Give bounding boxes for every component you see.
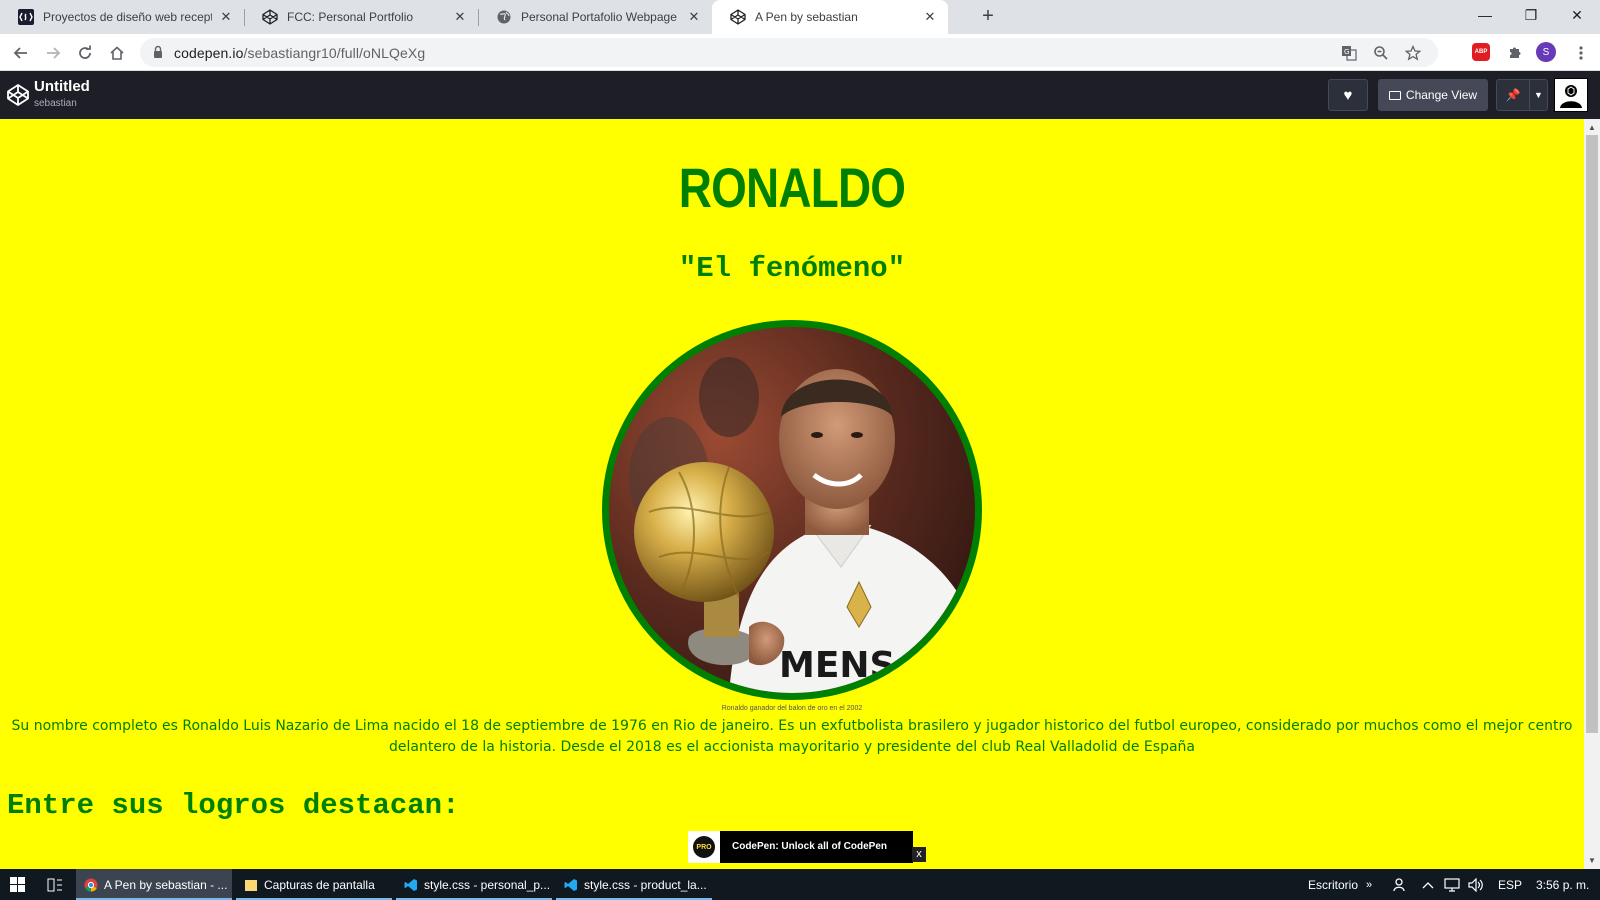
url-text: codepen.io/sebastiangr10/full/oNLQeXg (174, 45, 425, 61)
people-icon[interactable] (1392, 869, 1408, 900)
taskbar-label: style.css - product_la... (584, 877, 707, 892)
taskbar-item-chrome[interactable]: A Pen by sebastian - ... (76, 869, 232, 900)
browser-tab-strip: Proyectos de diseño web recepti ✕ FCC: P… (0, 0, 1600, 34)
browser-tab-4-active[interactable]: A Pen by sebastian ✕ (712, 0, 948, 34)
like-button[interactable]: ♥ (1328, 79, 1368, 111)
new-tab-button[interactable]: + (976, 5, 1000, 29)
change-view-button[interactable]: Change View (1378, 79, 1488, 111)
taskbar-label: style.css - personal_p... (424, 877, 551, 892)
browser-menu-icon[interactable] (1568, 40, 1594, 66)
back-icon[interactable] (8, 40, 34, 66)
codepen-header: Untitled sebastian ♥ Change View 📌 ▼ (0, 71, 1600, 119)
close-tab-icon[interactable]: ✕ (922, 9, 938, 25)
achievements-heading: Entre sus logros destacan: (7, 789, 460, 822)
globe-icon (496, 9, 512, 25)
home-icon[interactable] (104, 40, 130, 66)
windows-logo-icon (10, 877, 25, 892)
browser-tab-2[interactable]: FCC: Personal Portfolio ✕ (244, 0, 478, 34)
pen-title[interactable]: Untitled (34, 78, 90, 95)
close-window-icon[interactable]: ✕ (1554, 0, 1600, 30)
windows-taskbar: A Pen by sebastian - ... Capturas de pan… (0, 869, 1600, 900)
close-tab-icon[interactable]: ✕ (686, 9, 702, 25)
address-bar[interactable]: codepen.io/sebastiangr10/full/oNLQeXg G (140, 38, 1438, 67)
pen-author[interactable]: sebastian (34, 98, 77, 109)
change-view-label: Change View (1405, 88, 1478, 102)
browser-toolbar: codepen.io/sebastiangr10/full/oNLQeXg G … (0, 34, 1600, 71)
taskbar-item-folder[interactable]: Capturas de pantalla (236, 869, 392, 900)
jersey-text: MENS (779, 645, 895, 686)
codepen-icon (730, 9, 746, 25)
browser-tab-1[interactable]: Proyectos de diseño web recepti ✕ (0, 0, 244, 34)
codepen-icon (262, 9, 278, 25)
taskbar-item-vscode-1[interactable]: style.css - personal_p... (396, 869, 552, 900)
layout-icon (1388, 90, 1401, 100)
network-icon[interactable] (1444, 869, 1460, 900)
task-view-icon (47, 878, 62, 891)
minimize-icon[interactable]: — (1462, 0, 1508, 30)
chevron-down-icon: ▼ (1534, 90, 1543, 100)
restore-icon[interactable]: ❐ (1508, 0, 1554, 30)
pro-banner-text[interactable]: CodePen: Unlock all of CodePen (720, 831, 899, 863)
pro-badge-icon: PRO (688, 831, 720, 863)
zoom-icon[interactable] (1372, 44, 1390, 62)
page-scrollbar[interactable]: ▲ ▼ (1584, 119, 1600, 869)
clock[interactable]: 3:56 p. m. (1536, 869, 1589, 900)
fcc-icon (18, 9, 34, 25)
tray-overflow-icon[interactable] (1422, 869, 1434, 900)
user-avatar-icon (1560, 85, 1582, 108)
forward-icon[interactable] (40, 40, 66, 66)
chrome-icon (84, 878, 98, 892)
reload-icon[interactable] (72, 40, 98, 66)
folder-icon (245, 879, 257, 891)
translate-icon[interactable]: G (1340, 44, 1358, 62)
tab-title: Personal Portafolio Webpage (521, 10, 677, 24)
bio-paragraph: Su nombre completo es Ronaldo Luis Nazar… (11, 718, 1573, 755)
taskbar-label: Capturas de pantalla (264, 877, 375, 892)
taskbar-item-vscode-2[interactable]: style.css - product_la... (556, 869, 712, 900)
taskbar-label: A Pen by sebastian - ... (104, 877, 228, 892)
pro-badge-label: PRO (693, 836, 715, 858)
scrollbar-thumb[interactable] (1586, 135, 1598, 733)
page-title: RONALDO (678, 156, 906, 219)
close-tab-icon[interactable]: ✕ (452, 9, 468, 25)
url-host: codepen.io (174, 45, 244, 61)
pin-icon: 📌 (1505, 88, 1521, 102)
user-avatar[interactable] (1554, 78, 1588, 112)
close-tab-icon[interactable]: ✕ (218, 9, 234, 25)
image-caption: Ronaldo ganador del balon de oro en el 2… (721, 705, 863, 712)
scroll-down-icon[interactable]: ▼ (1588, 856, 1596, 865)
tab-title: Proyectos de diseño web recepti (43, 10, 212, 24)
lock-icon[interactable] (152, 45, 164, 64)
pin-dropdown-button[interactable]: ▼ (1530, 79, 1548, 111)
bookmark-star-icon[interactable] (1404, 44, 1422, 62)
profile-avatar[interactable]: S (1536, 42, 1556, 62)
pin-button[interactable]: 📌 (1496, 79, 1530, 111)
extensions-puzzle-icon[interactable] (1502, 40, 1528, 66)
scroll-up-icon[interactable]: ▲ (1588, 123, 1596, 132)
browser-tab-3[interactable]: Personal Portafolio Webpage ✕ (478, 0, 712, 34)
url-path: /sebastiangr10/full/oNLQeXg (243, 45, 426, 61)
tab-title: FCC: Personal Portfolio (287, 10, 414, 24)
page-subtitle: "El fenómeno" (678, 252, 906, 285)
adblock-extension-icon[interactable]: ABP (1472, 43, 1490, 61)
heart-icon: ♥ (1343, 86, 1353, 104)
vscode-icon (404, 878, 417, 891)
ronaldo-photo: MENS (602, 320, 982, 700)
toolbar-expand-icon[interactable]: » (1366, 869, 1372, 900)
tab-title: A Pen by sebastian (755, 10, 858, 24)
desktop-toolbar-label[interactable]: Escritorio (1308, 869, 1358, 900)
pen-preview: RONALDO "El fenómeno" MENS Ronaldo ganad… (0, 119, 1584, 869)
close-banner-button[interactable]: x (912, 847, 926, 862)
codepen-logo-icon[interactable] (6, 83, 30, 107)
codepen-pro-banner[interactable]: PRO CodePen: Unlock all of CodePen (688, 831, 913, 863)
svg-text:G: G (1344, 48, 1349, 56)
volume-icon[interactable] (1468, 869, 1484, 900)
task-view-button[interactable] (38, 869, 72, 900)
start-button[interactable] (0, 869, 34, 900)
vscode-icon (564, 878, 577, 891)
language-indicator[interactable]: ESP (1498, 869, 1522, 900)
